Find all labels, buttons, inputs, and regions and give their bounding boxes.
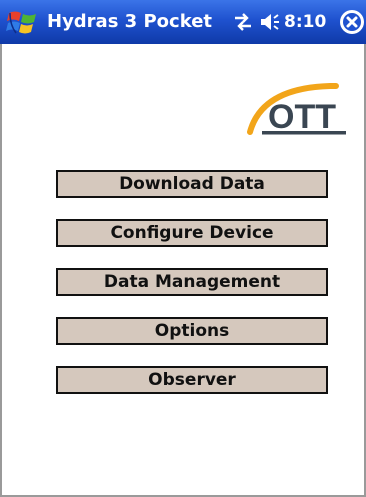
connectivity-arrows-icon[interactable] (232, 12, 254, 32)
clock[interactable]: 8:10 (284, 0, 326, 44)
options-button[interactable]: Options (56, 317, 328, 345)
title-bar: Hydras 3 Pocket 8:10 (0, 0, 366, 44)
start-button[interactable] (5, 6, 41, 38)
close-button[interactable] (340, 10, 364, 34)
ott-logo: OTT (247, 83, 346, 136)
observer-button[interactable]: Observer (56, 366, 328, 394)
download-data-button[interactable]: Download Data (56, 170, 328, 198)
close-icon (341, 11, 363, 33)
app-title: Hydras 3 Pocket (47, 11, 213, 32)
data-management-button[interactable]: Data Management (56, 268, 328, 296)
speaker-icon[interactable] (259, 12, 281, 32)
windows-flag-icon (6, 11, 36, 34)
logo-text: OTT (268, 98, 336, 136)
configure-device-button[interactable]: Configure Device (56, 219, 328, 247)
